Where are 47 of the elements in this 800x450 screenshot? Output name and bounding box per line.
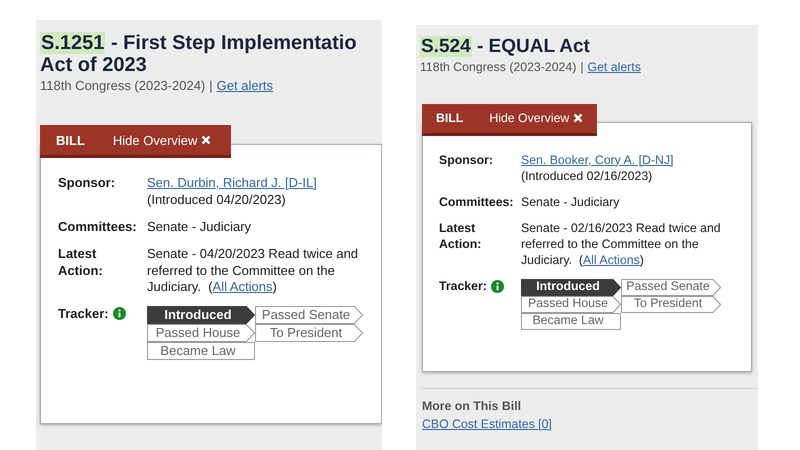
- more-heading: More on This Bill: [422, 398, 522, 413]
- tracker-step: To President: [621, 296, 721, 313]
- latest-action-text: Senate - 02/16/2023 Read twice and referred to the Committee on the Judiciary. (All Actions): [521, 220, 722, 269]
- introduced-date: (Introduced 04/20/2023): [147, 192, 287, 209]
- sponsor-link[interactable]: Sen. Booker, Cory A. [D-NJ]: [521, 152, 726, 169]
- congress-label: 118th Congress (2023-2024): [420, 60, 576, 74]
- bill-title: Act of 2023: [40, 54, 148, 76]
- cbo-link[interactable]: CBO Cost Estimates [0]: [422, 416, 758, 431]
- sponsor-link[interactable]: Sen. Durbin, Richard J. [D-IL]: [147, 175, 362, 192]
- committees-value: Senate - Judiciary: [147, 218, 252, 236]
- tracker-step: Passed Senate: [255, 306, 363, 324]
- tracker-step: To President: [255, 324, 363, 342]
- sponsor-label: Sponsor:: [58, 175, 116, 192]
- close-icon: [201, 135, 212, 145]
- separator: |: [580, 60, 584, 74]
- hide-overview-button[interactable]: Hide Overview: [489, 111, 584, 126]
- tracker-step: Became Law: [521, 312, 621, 330]
- tracker-label: Tracker:: [439, 278, 487, 295]
- latest-action-text: Senate - 04/20/2023 Read twice and referred to the Committee on the Judiciary. (All Actions): [147, 246, 360, 296]
- info-icon[interactable]: [112, 307, 126, 320]
- congress-label: 118th Congress (2023-2024): [40, 78, 206, 93]
- hide-overview-button[interactable]: Hide Overview: [112, 132, 212, 148]
- bill-tab-label: BILL: [56, 132, 85, 148]
- info-icon[interactable]: [490, 280, 504, 293]
- tracker-label: Tracker:: [58, 306, 109, 324]
- bill-tab-label: BILL: [436, 111, 464, 126]
- all-actions-link[interactable]: All Actions: [212, 279, 273, 294]
- introduced-date: (Introduced 02/16/2023): [521, 168, 654, 185]
- tracker-step: Passed House: [147, 324, 255, 342]
- tracker-step: Passed House: [521, 296, 621, 313]
- committees-value: Senate - Judiciary: [521, 194, 620, 211]
- all-actions-link[interactable]: All Actions: [582, 252, 640, 267]
- sponsor-label: Sponsor:: [439, 152, 493, 169]
- bill-title: S.1251 - First Step Implementatio: [40, 32, 358, 54]
- tracker-step: Introduced: [147, 306, 255, 324]
- tracker-step: Introduced: [521, 278, 621, 296]
- close-icon: [573, 113, 584, 124]
- latest-action-label: Latest Action:: [58, 246, 104, 280]
- bill-title: S.524 - EQUAL Act: [420, 37, 591, 58]
- separator: |: [209, 78, 213, 93]
- committees-label: Committees:: [439, 194, 514, 211]
- tracker-step: Passed Senate: [621, 278, 721, 296]
- get-alerts-link[interactable]: Get alerts: [588, 60, 641, 74]
- latest-action-label: Latest Action:: [439, 220, 482, 253]
- get-alerts-link[interactable]: Get alerts: [216, 78, 274, 93]
- tracker-step: Became Law: [147, 342, 255, 360]
- committees-label: Committees:: [58, 218, 137, 236]
